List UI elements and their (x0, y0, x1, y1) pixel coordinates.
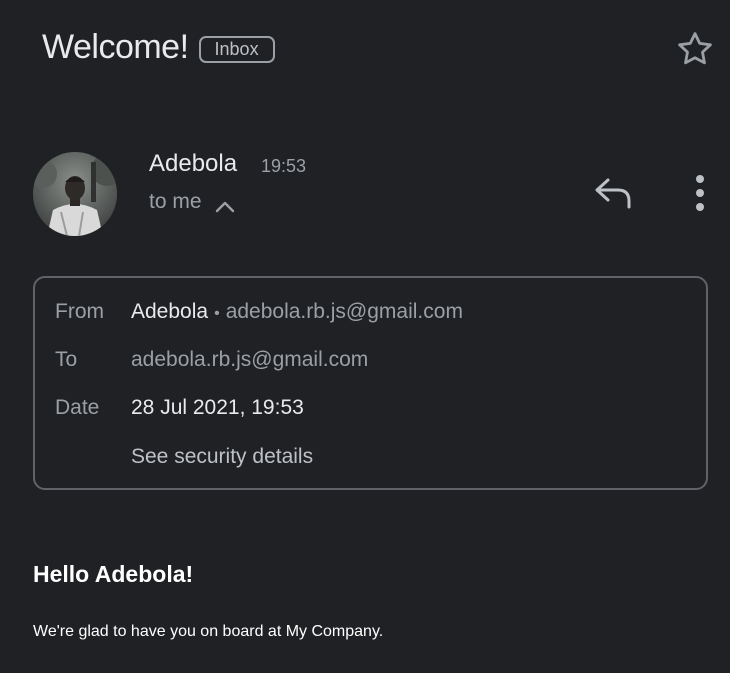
to-email[interactable]: adebola.rb.js@gmail.com (131, 348, 368, 372)
message-paragraph: We're glad to have you on board at My Co… (33, 623, 384, 640)
reply-icon (595, 178, 631, 209)
subject-row: Welcome! Inbox (42, 28, 275, 67)
star-button[interactable] (672, 26, 718, 72)
more-options-button[interactable] (684, 170, 716, 216)
date-label: Date (55, 396, 100, 419)
separator-dot: • (214, 305, 220, 322)
detail-row-security: See security details (55, 445, 313, 469)
star-outline-icon (678, 32, 712, 65)
from-name[interactable]: Adebola (131, 300, 208, 324)
recipient-details-toggle[interactable]: to me (149, 190, 236, 214)
from-email[interactable]: adebola.rb.js@gmail.com (226, 300, 463, 324)
chevron-up-icon (215, 201, 234, 213)
email-subject: Welcome! (42, 28, 189, 66)
avatar-photo (33, 152, 117, 236)
detail-row-to: To adebola.rb.js@gmail.com (55, 348, 368, 372)
sender-avatar[interactable] (33, 152, 117, 236)
date-value: 28 Jul 2021, 19:53 (131, 396, 304, 419)
recipient-summary: to me (149, 190, 202, 213)
to-label: To (55, 348, 78, 371)
more-vert-icon (696, 175, 704, 211)
inbox-label-chip[interactable]: Inbox (198, 36, 275, 63)
message-details-card: From Adebola • adebola.rb.js@gmail.com T… (33, 276, 708, 490)
from-label: From (55, 300, 104, 323)
detail-row-date: Date 28 Jul 2021, 19:53 (55, 396, 304, 420)
reply-button[interactable] (588, 170, 638, 216)
security-details-link[interactable]: See security details (131, 445, 313, 469)
sent-time: 19:53 (261, 156, 307, 176)
message-heading: Hello Adebola! (33, 561, 194, 587)
sender-name[interactable]: Adebola (149, 150, 237, 178)
detail-row-from: From Adebola • adebola.rb.js@gmail.com (55, 300, 463, 324)
